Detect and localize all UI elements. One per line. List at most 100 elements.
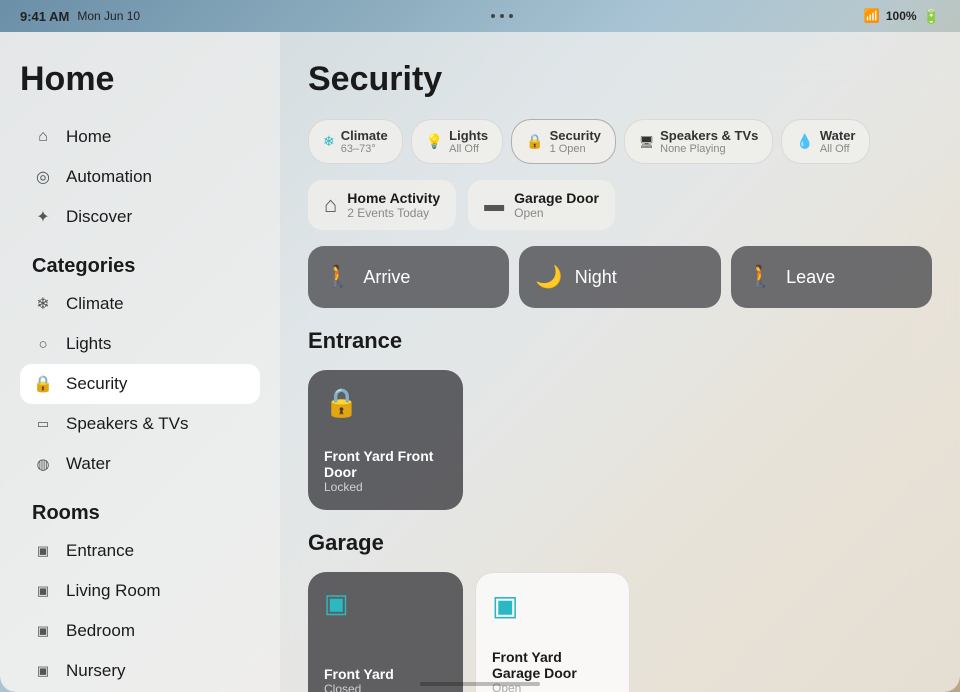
pill-climate-icon: ❄ [323, 133, 335, 150]
garage-closed-icon: ▣ [324, 588, 447, 619]
pill-speakers-label: Speakers & TVs [660, 128, 758, 143]
sidebar-item-lights[interactable]: ○ Lights [20, 324, 260, 364]
rooms-heading: Rooms [32, 502, 260, 525]
sidebar-item-living-room[interactable]: ▣ Living Room [20, 571, 260, 611]
battery-icon: 🔋 [923, 8, 940, 25]
status-center-dots [491, 14, 513, 18]
front-door-name: Front Yard Front Door [324, 448, 447, 480]
pill-speakers[interactable]: 🖥 Speakers & TVs None Playing [624, 119, 774, 164]
front-yard-garage-card[interactable]: ▣ Front Yard Garage Door Open [475, 572, 630, 692]
scene-night-button[interactable]: 🌙 Night [519, 246, 720, 308]
nav-home-label: Home [66, 127, 111, 147]
sidebar-bedroom-label: Bedroom [66, 621, 135, 641]
entrance-room-icon: ▣ [32, 540, 54, 562]
entrance-cards-row: 🔒 Front Yard Front Door Locked [308, 370, 932, 510]
scene-leave-button[interactable]: 🚶 Leave [731, 246, 932, 308]
garage-cards-row: ▣ Front Yard Closed ▣ Front Yard Garage … [308, 572, 932, 692]
discover-icon: ✦ [32, 206, 54, 228]
pill-water-icon: 💧 [796, 133, 813, 150]
front-yard-door-card[interactable]: 🔒 Front Yard Front Door Locked [308, 370, 463, 510]
sidebar-living-label: Living Room [66, 581, 161, 601]
pill-lights-sub: All Off [449, 143, 488, 155]
nav-discover[interactable]: ✦ Discover [20, 197, 260, 237]
garage-section-label: Garage [308, 530, 932, 556]
security-icon: 🔒 [32, 373, 54, 395]
nav-automation-label: Automation [66, 167, 152, 187]
nav-home[interactable]: ⌂ Home [20, 117, 260, 157]
entrance-section-label: Entrance [308, 328, 932, 354]
pill-climate-label: Climate [341, 128, 388, 143]
pill-climate-sub: 63–73° [341, 143, 388, 155]
lights-icon: ○ [32, 333, 54, 355]
sidebar-nursery-label: Nursery [66, 661, 126, 681]
sidebar-item-security[interactable]: 🔒 Security [20, 364, 260, 404]
status-date: Mon Jun 10 [77, 9, 140, 23]
nursery-icon: ▣ [32, 660, 54, 682]
wifi-icon: 📶 [864, 8, 880, 24]
garage-door-title: Garage Door [514, 190, 599, 206]
pill-speakers-icon: 🖥 [639, 135, 654, 149]
sidebar-item-entrance[interactable]: ▣ Entrance [20, 531, 260, 571]
sidebar-title: Home [20, 60, 260, 99]
sidebar-water-label: Water [66, 454, 111, 474]
leave-icon: 🚶 [747, 264, 774, 290]
garage-door-item[interactable]: ▬ Garage Door Open [468, 180, 615, 230]
automation-icon: ◎ [32, 166, 54, 188]
arrive-icon: 🚶 [324, 264, 351, 290]
home-icon: ⌂ [32, 126, 54, 148]
scene-arrive-button[interactable]: 🚶 Arrive [308, 246, 509, 308]
front-yard-name: Front Yard [324, 666, 447, 682]
categories-heading: Categories [32, 255, 260, 278]
water-icon: ◍ [32, 453, 54, 475]
lock-icon: 🔒 [324, 386, 447, 419]
sidebar-security-label: Security [66, 374, 127, 394]
front-yard-closed-card[interactable]: ▣ Front Yard Closed [308, 572, 463, 692]
sidebar-climate-label: Climate [66, 294, 124, 314]
pill-lights-label: Lights [449, 128, 488, 143]
activity-bar: ⌂ Home Activity 2 Events Today ▬ Garage … [308, 180, 932, 230]
pill-water[interactable]: 💧 Water All Off [781, 119, 870, 164]
bedroom-icon: ▣ [32, 620, 54, 642]
speakers-icon: ▭ [32, 413, 54, 435]
page-title: Security [308, 60, 932, 99]
sidebar-item-speakers[interactable]: ▭ Speakers & TVs [20, 404, 260, 444]
sidebar-item-climate[interactable]: ❄ Climate [20, 284, 260, 324]
pill-water-label: Water [820, 128, 856, 143]
home-activity-title: Home Activity [347, 190, 440, 206]
home-activity-sub: 2 Events Today [347, 206, 440, 220]
night-label: Night [575, 267, 617, 288]
nav-automation[interactable]: ◎ Automation [20, 157, 260, 197]
pill-climate[interactable]: ❄ Climate 63–73° [308, 119, 403, 164]
garage-open-icon: ▣ [492, 589, 613, 622]
dot3 [509, 14, 513, 18]
pill-lights[interactable]: 💡 Lights All Off [411, 119, 503, 164]
night-icon: 🌙 [535, 264, 562, 290]
home-indicator [420, 682, 540, 686]
pill-security-label: Security [550, 128, 601, 143]
scene-row: 🚶 Arrive 🌙 Night 🚶 Leave [308, 246, 932, 308]
sidebar-item-water[interactable]: ◍ Water [20, 444, 260, 484]
battery-label: 100% [886, 9, 917, 23]
sidebar: Home ⌂ Home ◎ Automation ✦ Discover Cate… [0, 32, 280, 692]
pill-security[interactable]: 🔒 Security 1 Open [511, 119, 616, 164]
garage-door-sub: Open [514, 206, 599, 220]
pill-security-icon: 🔒 [526, 133, 543, 150]
sidebar-item-bedroom[interactable]: ▣ Bedroom [20, 611, 260, 651]
pill-lights-icon: 💡 [426, 133, 443, 150]
status-right: 📶 100% 🔋 [864, 8, 940, 25]
pill-speakers-sub: None Playing [660, 143, 758, 155]
sidebar-item-nursery[interactable]: ▣ Nursery [20, 651, 260, 691]
sidebar-speakers-label: Speakers & TVs [66, 414, 189, 434]
home-activity-item[interactable]: ⌂ Home Activity 2 Events Today [308, 180, 456, 230]
leave-label: Leave [786, 267, 835, 288]
arrive-label: Arrive [363, 267, 410, 288]
climate-icon: ❄ [32, 293, 54, 315]
nav-discover-label: Discover [66, 207, 132, 227]
dot2 [500, 14, 504, 18]
living-room-icon: ▣ [32, 580, 54, 602]
sidebar-entrance-label: Entrance [66, 541, 134, 561]
main-content: Security ❄ Climate 63–73° 💡 Lights All O… [280, 32, 960, 692]
sidebar-lights-label: Lights [66, 334, 111, 354]
front-door-status: Locked [324, 480, 447, 494]
dot1 [491, 14, 495, 18]
